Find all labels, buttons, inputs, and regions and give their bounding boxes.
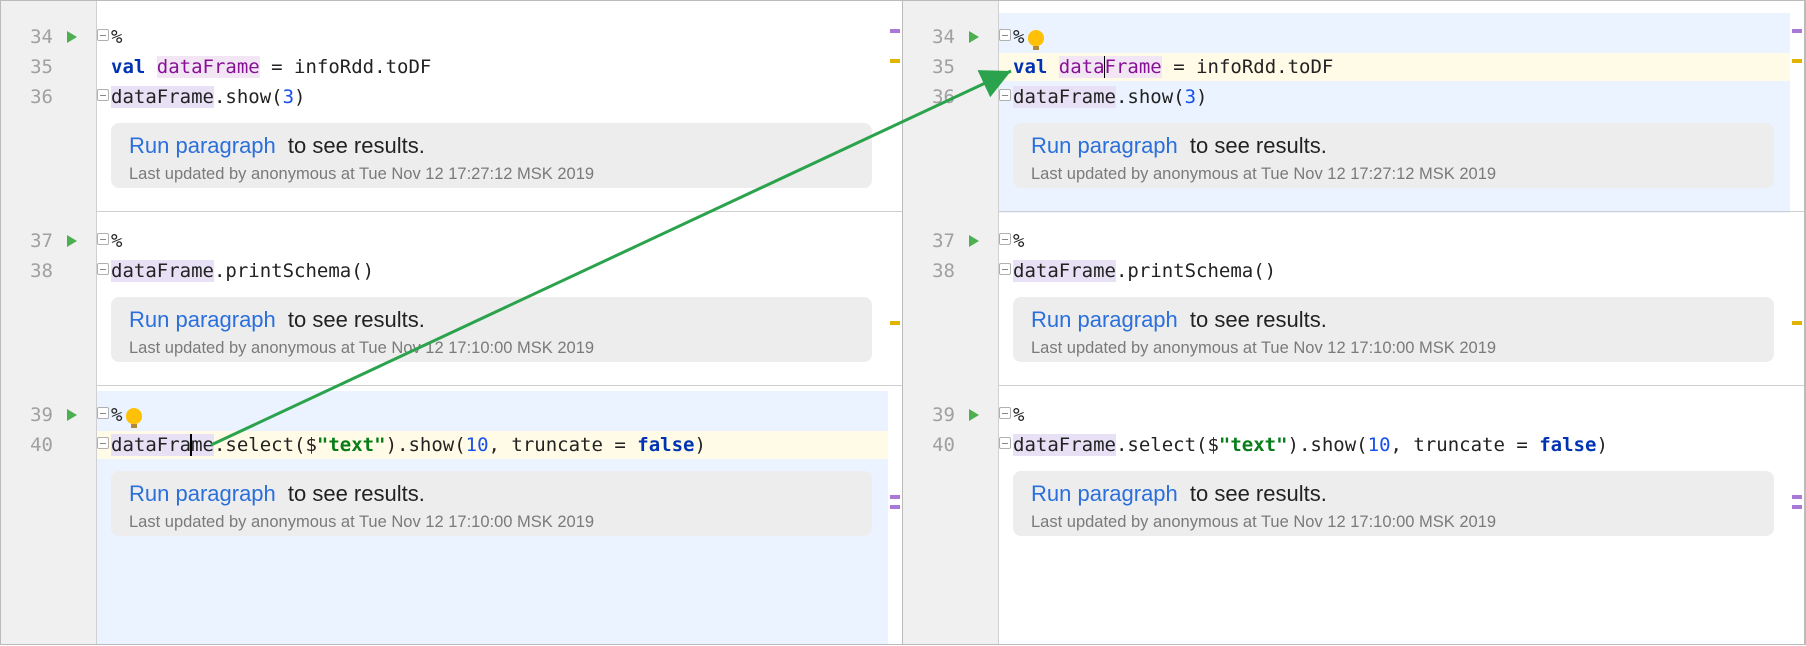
code-editor-right[interactable]: % val dataFrame = infoRdd.toDF dataFrame… <box>999 1 1804 644</box>
line-number: 38 <box>921 260 955 282</box>
marker-purple[interactable] <box>890 29 900 33</box>
line-number: 35 <box>921 56 955 78</box>
run-cell-icon[interactable] <box>67 409 77 421</box>
fold-handle-icon[interactable] <box>999 437 1011 449</box>
code-line[interactable]: % <box>111 227 882 255</box>
fold-handle-icon[interactable] <box>97 89 109 101</box>
result-box: Run paragraph to see results. Last updat… <box>111 123 872 188</box>
marker-yellow[interactable] <box>890 321 900 325</box>
marker-purple[interactable] <box>890 505 900 509</box>
marker-purple[interactable] <box>1792 505 1802 509</box>
code-line[interactable]: % <box>1013 401 1784 429</box>
fold-handle-icon[interactable] <box>97 437 109 449</box>
code-line[interactable]: dataFrame.show(3) <box>111 83 882 111</box>
marker-purple[interactable] <box>890 495 900 499</box>
fold-handle-icon[interactable] <box>999 29 1011 41</box>
code-line[interactable]: val dataFrame = infoRdd.toDF <box>111 53 882 81</box>
code-line[interactable]: dataFrame.printSchema() <box>111 257 882 285</box>
code-line[interactable]: dataFrame.show(3) <box>1013 83 1784 111</box>
code-line[interactable]: % <box>1013 23 1784 51</box>
code-line[interactable]: % <box>111 401 882 429</box>
line-number: 35 <box>19 56 53 78</box>
code-editor-left[interactable]: % val dataFrame = infoRdd.toDF dataFrame… <box>97 1 902 644</box>
marker-strip <box>888 1 902 644</box>
fold-handle-icon[interactable] <box>97 407 109 419</box>
marker-strip <box>1790 1 1804 644</box>
line-number: 40 <box>19 434 53 456</box>
code-line[interactable]: % <box>1013 227 1784 255</box>
result-meta-text: Last updated by anonymous at Tue Nov 12 … <box>129 339 854 358</box>
fold-handle-icon[interactable] <box>97 233 109 245</box>
code-line[interactable]: % <box>111 23 882 51</box>
line-number: 39 <box>921 404 955 426</box>
run-cell-icon[interactable] <box>969 31 979 43</box>
line-number: 40 <box>921 434 955 456</box>
code-line[interactable]: dataFrame.select($"text").show(10, trunc… <box>111 431 882 459</box>
result-tail-text: to see results. <box>282 133 425 158</box>
line-number: 38 <box>19 260 53 282</box>
result-meta-text: Last updated by anonymous at Tue Nov 12 … <box>129 165 854 184</box>
run-paragraph-link[interactable]: Run paragraph <box>129 307 276 332</box>
bulb-icon[interactable] <box>126 408 142 424</box>
run-paragraph-link[interactable]: Run paragraph <box>1031 307 1178 332</box>
result-tail-text: to see results. <box>1184 481 1327 506</box>
result-tail-text: to see results. <box>282 481 425 506</box>
result-meta-text: Last updated by anonymous at Tue Nov 12 … <box>129 513 854 532</box>
cell-divider <box>97 385 902 386</box>
fold-gutter <box>999 1 1013 644</box>
marker-yellow[interactable] <box>1792 321 1802 325</box>
line-number: 36 <box>921 86 955 108</box>
gutter-right: 34 35 36 37 38 39 40 <box>903 1 999 644</box>
fold-handle-icon[interactable] <box>97 29 109 41</box>
run-paragraph-link[interactable]: Run paragraph <box>1031 133 1178 158</box>
result-meta-text: Last updated by anonymous at Tue Nov 12 … <box>1031 339 1756 358</box>
code-line[interactable]: dataFrame.printSchema() <box>1013 257 1784 285</box>
cell-divider <box>999 385 1804 386</box>
bulb-icon[interactable] <box>1028 30 1044 46</box>
line-number: 34 <box>19 26 53 48</box>
cell-divider <box>999 211 1804 212</box>
result-box: Run paragraph to see results. Last updat… <box>111 471 872 536</box>
fold-handle-icon[interactable] <box>999 263 1011 275</box>
text-caret <box>1104 56 1106 78</box>
fold-gutter <box>97 1 111 644</box>
result-box: Run paragraph to see results. Last updat… <box>1013 297 1774 362</box>
run-paragraph-link[interactable]: Run paragraph <box>129 133 276 158</box>
line-number: 39 <box>19 404 53 426</box>
fold-handle-icon[interactable] <box>999 407 1011 419</box>
result-box: Run paragraph to see results. Last updat… <box>1013 123 1774 188</box>
result-tail-text: to see results. <box>1184 133 1327 158</box>
result-meta-text: Last updated by anonymous at Tue Nov 12 … <box>1031 165 1756 184</box>
result-box: Run paragraph to see results. Last updat… <box>111 297 872 362</box>
marker-purple[interactable] <box>1792 29 1802 33</box>
fold-handle-icon[interactable] <box>999 89 1011 101</box>
fold-handle-icon[interactable] <box>97 263 109 275</box>
fold-handle-icon[interactable] <box>999 233 1011 245</box>
cell-divider <box>97 211 902 212</box>
editor-pane-right: 34 35 36 37 38 39 40 % val dataFrame = i… <box>903 1 1805 644</box>
result-tail-text: to see results. <box>282 307 425 332</box>
code-line[interactable]: val dataFrame = infoRdd.toDF <box>1013 53 1784 81</box>
marker-yellow[interactable] <box>1792 59 1802 63</box>
gutter-left: 34 35 36 37 38 39 40 <box>1 1 97 644</box>
line-number: 34 <box>921 26 955 48</box>
editor-pane-left: 34 35 36 37 38 39 40 % val dataFrame = i… <box>1 1 903 644</box>
text-caret <box>190 434 192 456</box>
line-number: 37 <box>19 230 53 252</box>
marker-purple[interactable] <box>1792 495 1802 499</box>
run-paragraph-link[interactable]: Run paragraph <box>1031 481 1178 506</box>
line-number: 37 <box>921 230 955 252</box>
run-paragraph-link[interactable]: Run paragraph <box>129 481 276 506</box>
run-cell-icon[interactable] <box>969 409 979 421</box>
line-number: 36 <box>19 86 53 108</box>
run-cell-icon[interactable] <box>969 235 979 247</box>
code-line[interactable]: dataFrame.select($"text").show(10, trunc… <box>1013 431 1784 459</box>
run-cell-icon[interactable] <box>67 31 77 43</box>
result-tail-text: to see results. <box>1184 307 1327 332</box>
run-cell-icon[interactable] <box>67 235 77 247</box>
result-box: Run paragraph to see results. Last updat… <box>1013 471 1774 536</box>
marker-yellow[interactable] <box>890 59 900 63</box>
result-meta-text: Last updated by anonymous at Tue Nov 12 … <box>1031 513 1756 532</box>
